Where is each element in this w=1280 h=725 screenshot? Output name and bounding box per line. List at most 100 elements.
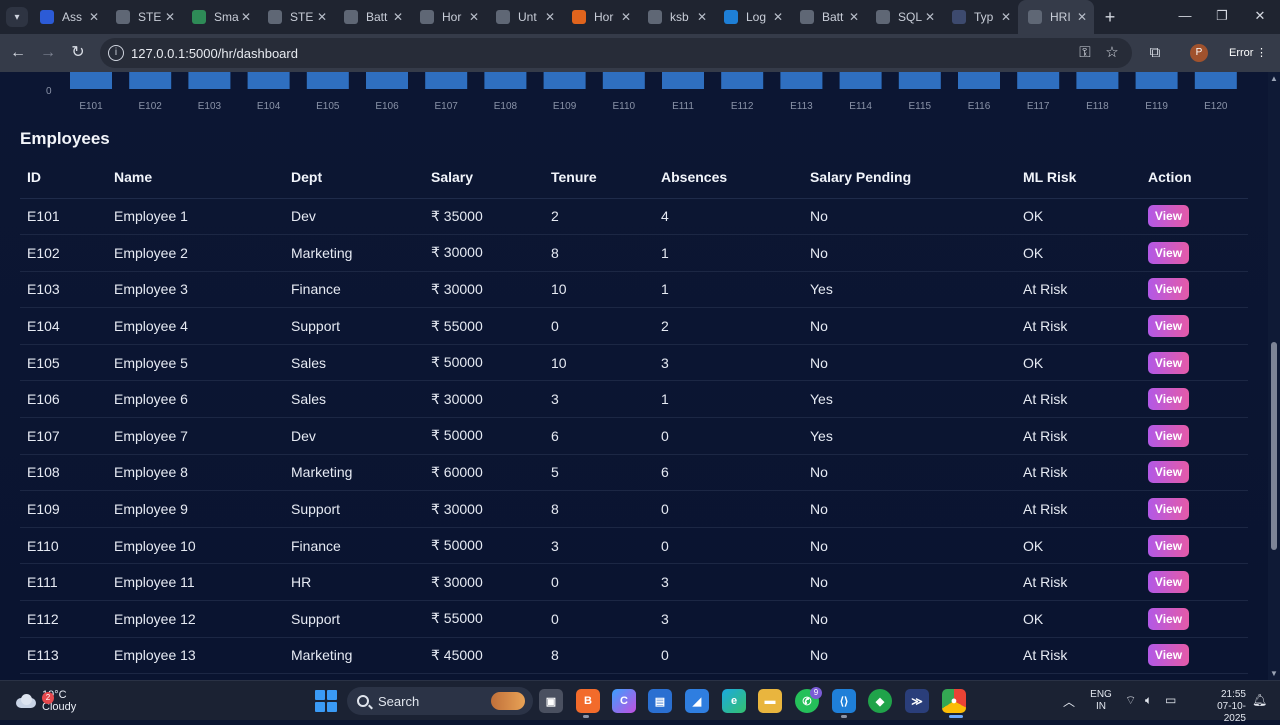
- chart-bar: [129, 72, 172, 89]
- tab-search-menu-button[interactable]: ▾: [6, 7, 28, 27]
- close-tab-icon[interactable]: ✕: [544, 10, 556, 24]
- browser-error-menu-button[interactable]: Error ⋮: [1215, 43, 1275, 63]
- edge-browser-icon[interactable]: e: [722, 689, 746, 713]
- region-code: IN: [1096, 701, 1106, 712]
- table-cell: No: [803, 490, 1016, 528]
- scrollbar-thumb[interactable]: [1271, 342, 1277, 550]
- browser-tab[interactable]: STE ✕: [106, 0, 182, 34]
- browser-tab[interactable]: SQL ✕: [866, 0, 942, 34]
- browser-tab[interactable]: Log ✕: [714, 0, 790, 34]
- view-employee-button[interactable]: View: [1148, 205, 1189, 228]
- chrome-icon[interactable]: ●: [942, 689, 966, 713]
- view-employee-button[interactable]: View: [1148, 498, 1189, 521]
- chart-bar: [1076, 72, 1119, 89]
- battery-icon[interactable]: ▭: [1165, 693, 1176, 707]
- view-employee-button[interactable]: View: [1148, 388, 1189, 411]
- browser-tab[interactable]: ksb ✕: [638, 0, 714, 34]
- table-cell: View: [1141, 198, 1248, 236]
- task-view-icon[interactable]: ▣: [539, 689, 563, 713]
- bookmark-star-icon[interactable]: ☆: [1102, 43, 1122, 63]
- close-tab-icon[interactable]: ✕: [316, 10, 328, 24]
- table-cell: Employee 7: [107, 417, 284, 455]
- close-window-button[interactable]: ✕: [1250, 8, 1270, 24]
- address-bar[interactable]: i 127.0.0.1:5000/hr/dashboard: [100, 38, 1132, 68]
- reload-button[interactable]: ↻: [68, 43, 88, 63]
- view-employee-button[interactable]: View: [1148, 534, 1189, 557]
- browser-tab[interactable]: Sma ✕: [182, 0, 258, 34]
- weather-widget[interactable]: 2 19°C Cloudy: [14, 687, 76, 715]
- view-employee-button[interactable]: View: [1148, 351, 1189, 374]
- browser-tab[interactable]: Batt ✕: [790, 0, 866, 34]
- view-employee-button[interactable]: View: [1148, 644, 1189, 667]
- active-indicator: [949, 715, 963, 718]
- browser-tab[interactable]: Ass ✕: [30, 0, 106, 34]
- browser-tab[interactable]: Typ ✕: [942, 0, 1018, 34]
- profile-avatar[interactable]: P: [1190, 44, 1208, 62]
- scroll-down-arrow-icon[interactable]: ▼: [1270, 669, 1278, 678]
- browser-tab[interactable]: HRI ✕: [1018, 0, 1094, 34]
- volume-icon[interactable]: 🔈︎: [1145, 693, 1152, 708]
- tab-title: Sma: [214, 10, 239, 24]
- show-hidden-icons-chevron-icon[interactable]: ︿: [1063, 693, 1075, 710]
- browser-tab[interactable]: Batt ✕: [334, 0, 410, 34]
- password-key-icon[interactable]: ⚿: [1075, 43, 1095, 63]
- site-info-icon[interactable]: i: [108, 45, 124, 61]
- powershell-icon[interactable]: ≫: [905, 689, 929, 713]
- forward-button[interactable]: →: [38, 43, 58, 63]
- browser-tab[interactable]: STE ✕: [258, 0, 334, 34]
- close-tab-icon[interactable]: ✕: [848, 10, 860, 24]
- close-tab-icon[interactable]: ✕: [164, 10, 176, 24]
- url-text[interactable]: 127.0.0.1:5000/hr/dashboard: [131, 46, 298, 61]
- view-employee-button[interactable]: View: [1148, 278, 1189, 301]
- browser-tab[interactable]: Unt ✕: [486, 0, 562, 34]
- employee-bar-chart: 0 E101 E102 E103 E104 E105 E106 E107 E108 E109 E1…: [46, 72, 1237, 112]
- close-tab-icon[interactable]: ✕: [468, 10, 480, 24]
- page-scrollbar[interactable]: ▲ ▼: [1268, 72, 1280, 680]
- new-tab-button[interactable]: +: [1100, 7, 1120, 27]
- azure-data-studio-icon[interactable]: ◢: [685, 689, 709, 713]
- close-tab-icon[interactable]: ✕: [1076, 10, 1088, 24]
- close-tab-icon[interactable]: ✕: [392, 10, 404, 24]
- view-employee-button[interactable]: View: [1148, 315, 1189, 338]
- start-button-windows-icon[interactable]: [315, 690, 337, 712]
- globe-icon: [116, 10, 130, 24]
- table-cell: ₹ 30000: [424, 380, 544, 419]
- table-cell: ₹ 50000: [424, 417, 544, 455]
- microsoft-store-icon[interactable]: ▤: [648, 689, 672, 713]
- wifi-icon[interactable]: ⌔: [1125, 693, 1136, 708]
- view-employee-button[interactable]: View: [1148, 424, 1189, 447]
- back-button[interactable]: ←: [8, 43, 28, 63]
- view-employee-button[interactable]: View: [1148, 241, 1189, 264]
- table-header-row: ID Name Dept Salary Tenure Absences Salary Pen…: [20, 156, 1248, 199]
- notification-bell-icon[interactable]: 🔔︎: [1252, 693, 1267, 707]
- browser-tab[interactable]: Hor ✕: [410, 0, 486, 34]
- table-cell: ₹ 30000: [424, 271, 544, 309]
- maximize-window-button[interactable]: ❐: [1212, 8, 1232, 24]
- extensions-icon[interactable]: ⧉: [1145, 43, 1165, 63]
- x-tick-label: E104: [257, 101, 281, 112]
- close-tab-icon[interactable]: ✕: [1000, 10, 1012, 24]
- view-employee-button[interactable]: View: [1148, 571, 1189, 594]
- close-tab-icon[interactable]: ✕: [924, 10, 936, 24]
- close-tab-icon[interactable]: ✕: [240, 10, 252, 24]
- close-tab-icon[interactable]: ✕: [772, 10, 784, 24]
- minimize-window-button[interactable]: —: [1175, 8, 1195, 23]
- taskbar-search-box[interactable]: Search: [347, 687, 533, 715]
- file-explorer-icon[interactable]: ▬: [758, 689, 782, 713]
- scroll-up-arrow-icon[interactable]: ▲: [1270, 74, 1278, 83]
- kebab-menu-icon: ⋮: [1256, 47, 1267, 59]
- brave-browser-icon[interactable]: B: [576, 689, 600, 713]
- close-tab-icon[interactable]: ✕: [696, 10, 708, 24]
- close-tab-icon[interactable]: ✕: [620, 10, 632, 24]
- language-indicator[interactable]: ENG IN: [1090, 689, 1112, 713]
- browser-tab[interactable]: Hor ✕: [562, 0, 638, 34]
- chart-bar: [958, 72, 1000, 89]
- vscode-icon[interactable]: ⟨⟩: [832, 689, 856, 713]
- x-tick-label: E111: [672, 101, 694, 112]
- table-cell: ₹ 55000: [424, 600, 544, 638]
- mongodb-compass-icon[interactable]: ◆: [868, 689, 892, 713]
- view-employee-button[interactable]: View: [1148, 461, 1189, 484]
- close-tab-icon[interactable]: ✕: [88, 10, 100, 24]
- copilot-icon[interactable]: C: [612, 689, 636, 713]
- view-employee-button[interactable]: View: [1148, 607, 1189, 630]
